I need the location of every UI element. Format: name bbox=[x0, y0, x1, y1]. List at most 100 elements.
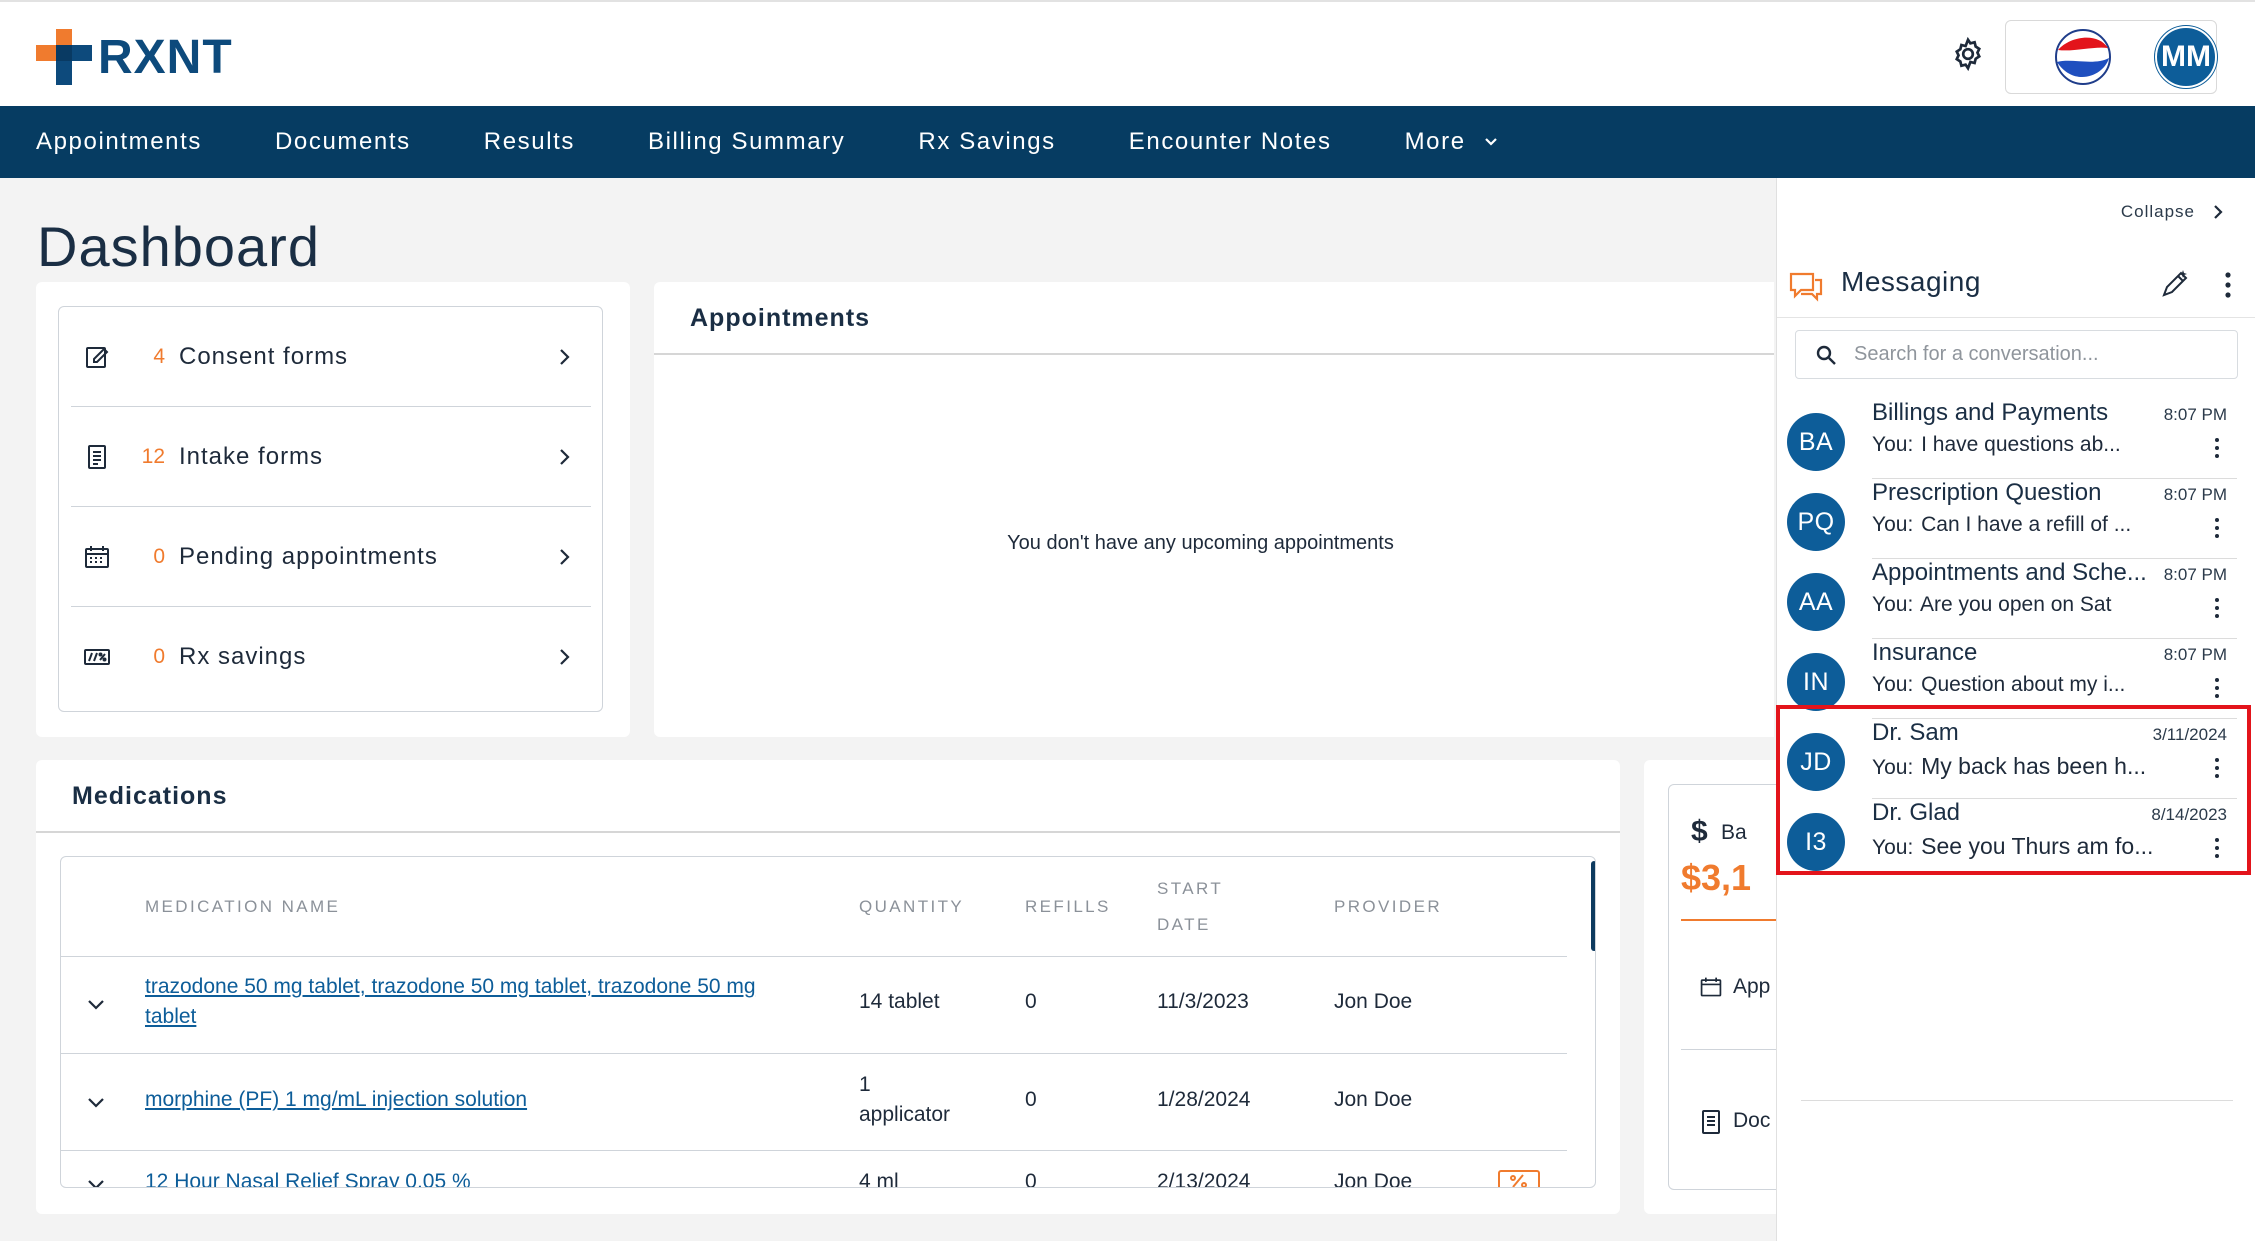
rx-savings-row[interactable]: 0 Rx savings bbox=[71, 607, 591, 707]
conversation-options-icon[interactable] bbox=[2213, 437, 2221, 459]
medication-refills: 0 bbox=[1025, 1170, 1037, 1188]
settings-gear-icon[interactable] bbox=[1950, 36, 1986, 72]
conversation-sender: You: bbox=[1872, 756, 1914, 779]
brand-name: RXNT bbox=[98, 30, 233, 84]
conversation-sender: You: bbox=[1872, 433, 1914, 456]
medication-name-link-cont[interactable]: tablet bbox=[145, 1002, 196, 1032]
messaging-list-end-divider bbox=[1801, 1100, 2233, 1101]
medications-table[interactable]: MEDICATION NAME QUANTITY REFILLS START D… bbox=[60, 856, 1596, 1188]
forms-list: 4 Consent forms 12 Intake forms 0 Pendin… bbox=[58, 306, 603, 712]
user-avatar[interactable]: MM bbox=[2155, 26, 2217, 88]
chevron-down-icon bbox=[1484, 138, 1497, 146]
rxnt-logo[interactable]: RXNT bbox=[36, 28, 233, 86]
pending-appointments-count: 0 bbox=[153, 544, 165, 568]
conversation-item[interactable]: JD Dr. Sam 3/11/2024 You: My back has be… bbox=[1777, 719, 2237, 799]
balance-documents-link[interactable]: Doc bbox=[1733, 1109, 1770, 1133]
conversation-item[interactable]: IN Insurance 8:07 PM You: Question about… bbox=[1777, 639, 2237, 719]
medications-scrollbar[interactable] bbox=[1591, 861, 1595, 951]
nav-rx-savings[interactable]: Rx Savings bbox=[918, 128, 1055, 156]
conversation-name: Insurance bbox=[1872, 639, 1978, 666]
consent-forms-row[interactable]: 4 Consent forms bbox=[71, 307, 591, 407]
pending-appointments-label: Pending appointments bbox=[179, 542, 438, 570]
medications-table-header: MEDICATION NAME QUANTITY REFILLS START D… bbox=[61, 857, 1567, 957]
page-title: Dashboard bbox=[37, 215, 320, 278]
conversation-name: Prescription Question bbox=[1872, 479, 2102, 506]
table-row[interactable]: 12 Hour Nasal Relief Spray 0.05 % 4 ml 0… bbox=[61, 1151, 1567, 1188]
nav-results[interactable]: Results bbox=[484, 128, 575, 156]
conversation-time: 8:07 PM bbox=[2163, 485, 2227, 504]
clipboard-icon bbox=[88, 444, 106, 469]
rx-discount-icon[interactable] bbox=[1497, 1169, 1541, 1188]
appointments-card: Appointments You don't have any upcoming… bbox=[654, 282, 1774, 737]
medication-provider: Jon Doe bbox=[1334, 1170, 1413, 1188]
conversation-preview: You: Can I have a refill of ... bbox=[1872, 513, 2131, 537]
medications-title: Medications bbox=[72, 782, 228, 810]
conversation-preview: You: My back has been h... bbox=[1872, 753, 2146, 780]
more-options-icon[interactable] bbox=[2223, 270, 2233, 300]
calendar-icon bbox=[1700, 977, 1722, 997]
conversation-avatar: IN bbox=[1787, 653, 1845, 711]
conversation-item[interactable]: AA Appointments and Sche... 8:07 PM You:… bbox=[1777, 559, 2237, 639]
medication-name-link[interactable]: morphine (PF) 1 mg/mL injection solution bbox=[145, 1085, 527, 1115]
table-row[interactable]: trazodone 50 mg tablet, trazodone 50 mg … bbox=[61, 957, 1567, 1054]
table-row[interactable]: morphine (PF) 1 mg/mL injection solution… bbox=[61, 1054, 1567, 1151]
balance-amount: $3,1 bbox=[1681, 857, 1752, 898]
chevron-down-icon[interactable] bbox=[85, 1173, 107, 1188]
conversation-preview: You: I have questions ab... bbox=[1872, 433, 2121, 457]
pending-appointments-row[interactable]: 0 Pending appointments bbox=[71, 507, 591, 607]
col-provider: PROVIDER bbox=[1334, 897, 1442, 916]
nav-appointments[interactable]: Appointments bbox=[36, 128, 202, 156]
conversation-name: Appointments and Sche... bbox=[1872, 559, 2147, 586]
search-input[interactable] bbox=[1854, 343, 2237, 366]
conversation-options-icon[interactable] bbox=[2213, 597, 2221, 619]
chevron-right-icon bbox=[560, 348, 570, 365]
conversation-search[interactable] bbox=[1795, 330, 2238, 379]
conversation-options-icon[interactable] bbox=[2213, 837, 2221, 859]
medication-quantity: 4 ml bbox=[859, 1170, 899, 1188]
conversation-time: 8:07 PM bbox=[2163, 565, 2227, 584]
balance-appointments-link[interactable]: App bbox=[1733, 975, 1770, 999]
nav-more[interactable]: More bbox=[1405, 128, 1500, 156]
medication-refills: 0 bbox=[1025, 1088, 1037, 1111]
chevron-down-icon[interactable] bbox=[85, 1091, 107, 1113]
medication-name-link[interactable]: 12 Hour Nasal Relief Spray 0.05 % bbox=[145, 1167, 471, 1187]
collapse-label: Collapse bbox=[2120, 202, 2195, 221]
medication-quantity: 1 bbox=[859, 1073, 871, 1096]
rx-savings-count: 0 bbox=[153, 645, 165, 668]
dollar-icon: $ bbox=[1691, 815, 1708, 847]
forms-summary-card: 4 Consent forms 12 Intake forms 0 Pendin… bbox=[36, 282, 630, 737]
conversation-avatar: PQ bbox=[1787, 493, 1845, 551]
nav-billing-summary[interactable]: Billing Summary bbox=[648, 128, 845, 156]
conversation-time: 8:07 PM bbox=[2163, 645, 2227, 664]
medication-name-link[interactable]: trazodone 50 mg tablet, trazodone 50 mg … bbox=[145, 972, 756, 1002]
medication-refills: 0 bbox=[1025, 990, 1037, 1013]
conversation-item[interactable]: I3 Dr. Glad 8/14/2023 You: See you Thurs… bbox=[1777, 799, 2237, 879]
conversation-sender: You: bbox=[1872, 513, 1914, 536]
main-nav: Appointments Documents Results Billing S… bbox=[0, 106, 2255, 178]
intake-forms-row[interactable]: 12 Intake forms bbox=[71, 407, 591, 507]
conversation-item[interactable]: BA Billings and Payments 8:07 PM You: I … bbox=[1777, 399, 2237, 479]
nav-encounter-notes[interactable]: Encounter Notes bbox=[1129, 128, 1332, 156]
chevron-right-icon bbox=[560, 649, 570, 665]
medications-card: Medications MEDICATION NAME QUANTITY REF… bbox=[36, 760, 1620, 1214]
collapse-button[interactable]: Collapse bbox=[2121, 202, 2227, 222]
conversation-avatar: I3 bbox=[1787, 813, 1845, 871]
chevron-down-icon[interactable] bbox=[85, 993, 107, 1015]
conversation-options-icon[interactable] bbox=[2213, 757, 2221, 779]
coupon-icon bbox=[84, 649, 110, 665]
appointments-empty-message: You don't have any upcoming appointments bbox=[1007, 532, 1394, 554]
conversation-preview-text: Question about my i... bbox=[1921, 673, 2126, 696]
compose-pencil-icon[interactable] bbox=[2159, 268, 2191, 300]
medication-quantity: 14 tablet bbox=[859, 990, 940, 1013]
medication-start-date: 1/28/2024 bbox=[1157, 1088, 1251, 1111]
rx-savings-label: Rx savings bbox=[179, 643, 307, 670]
conversation-preview-text: My back has been h... bbox=[1921, 753, 2147, 779]
account-switcher[interactable]: MM bbox=[2005, 20, 2217, 94]
conversation-item[interactable]: PQ Prescription Question 8:07 PM You: Ca… bbox=[1777, 479, 2237, 559]
conversation-sender: You: bbox=[1872, 593, 1914, 616]
consent-forms-count: 4 bbox=[153, 344, 165, 368]
conversation-options-icon[interactable] bbox=[2213, 677, 2221, 699]
medication-quantity-unit: applicator bbox=[859, 1103, 951, 1126]
nav-documents[interactable]: Documents bbox=[275, 128, 411, 156]
conversation-options-icon[interactable] bbox=[2213, 517, 2221, 539]
